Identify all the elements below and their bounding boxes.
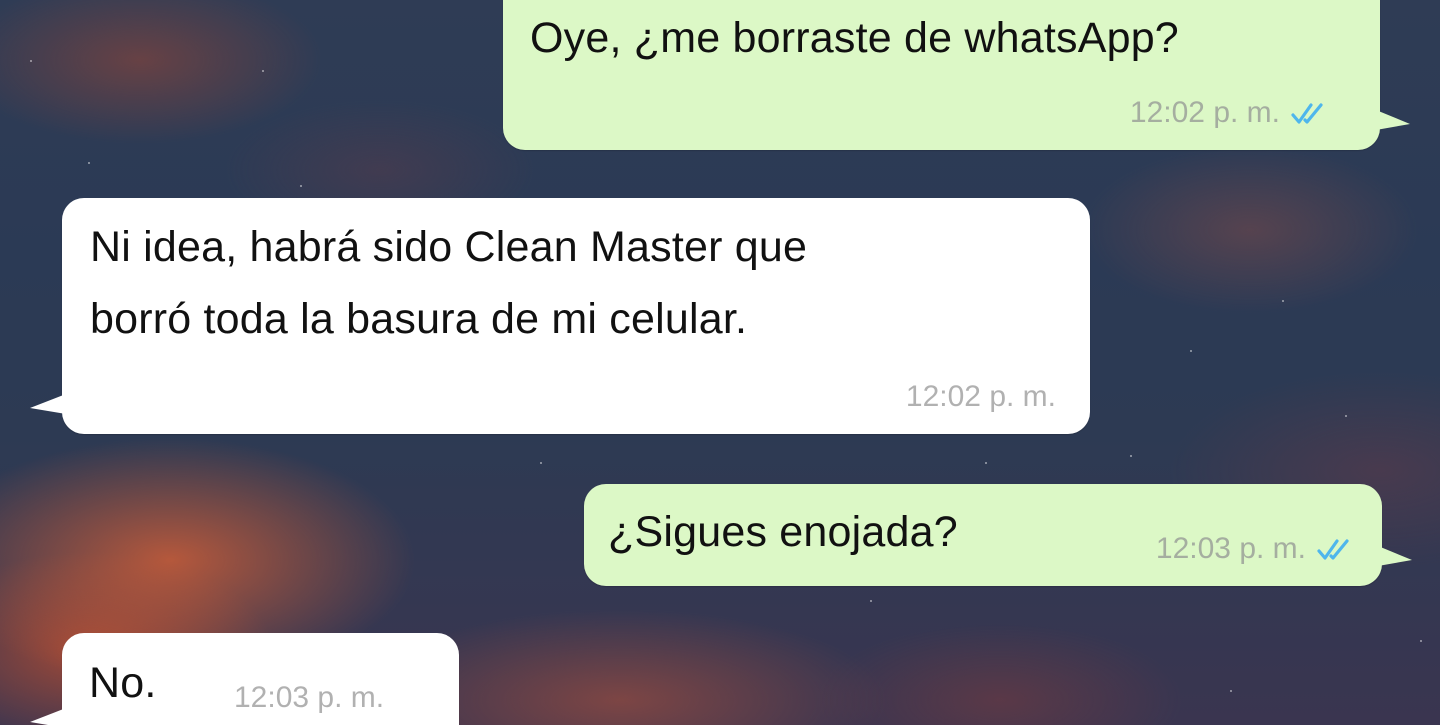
read-double-check-icon: [1317, 539, 1349, 560]
message-text: ¿Sigues enojada?: [608, 508, 958, 556]
message-meta: 12:02 p. m.: [1130, 96, 1326, 130]
message-text-line: borró toda la basura de mi celular.: [90, 295, 748, 343]
message-bubble-outgoing[interactable]: Oye, ¿me borraste de whatsApp? 12:02 p. …: [503, 0, 1410, 150]
message-meta: 12:03 p. m.: [234, 681, 384, 715]
bubble-tail: [30, 708, 66, 725]
read-double-check-icon: [1291, 103, 1323, 124]
message-timestamp: 12:03 p. m.: [1155, 532, 1306, 565]
message-timestamp: 12:02 p. m.: [1129, 96, 1280, 129]
message-text: No.: [89, 659, 157, 707]
bubble-tail: [30, 394, 66, 414]
message-text: Oye, ¿me borraste de whatsApp?: [530, 14, 1179, 62]
message-timestamp: 12:02 p. m.: [905, 380, 1056, 413]
message-bubble-outgoing[interactable]: ¿Sigues enojada? 12:03 p. m.: [584, 484, 1412, 586]
message-timestamp: 12:03 p. m.: [234, 681, 385, 714]
message-meta: 12:02 p. m.: [906, 380, 1056, 414]
message-text-line: Ni idea, habrá sido Clean Master que: [90, 223, 808, 271]
message-meta: 12:03 p. m.: [1156, 532, 1352, 566]
bubble-tail: [1378, 546, 1412, 566]
message-bubble-incoming[interactable]: Ni idea, habrá sido Clean Master que bor…: [30, 198, 1090, 434]
message-bubble-incoming[interactable]: No. 12:03 p. m.: [30, 633, 459, 725]
bubble-tail: [1376, 110, 1410, 130]
